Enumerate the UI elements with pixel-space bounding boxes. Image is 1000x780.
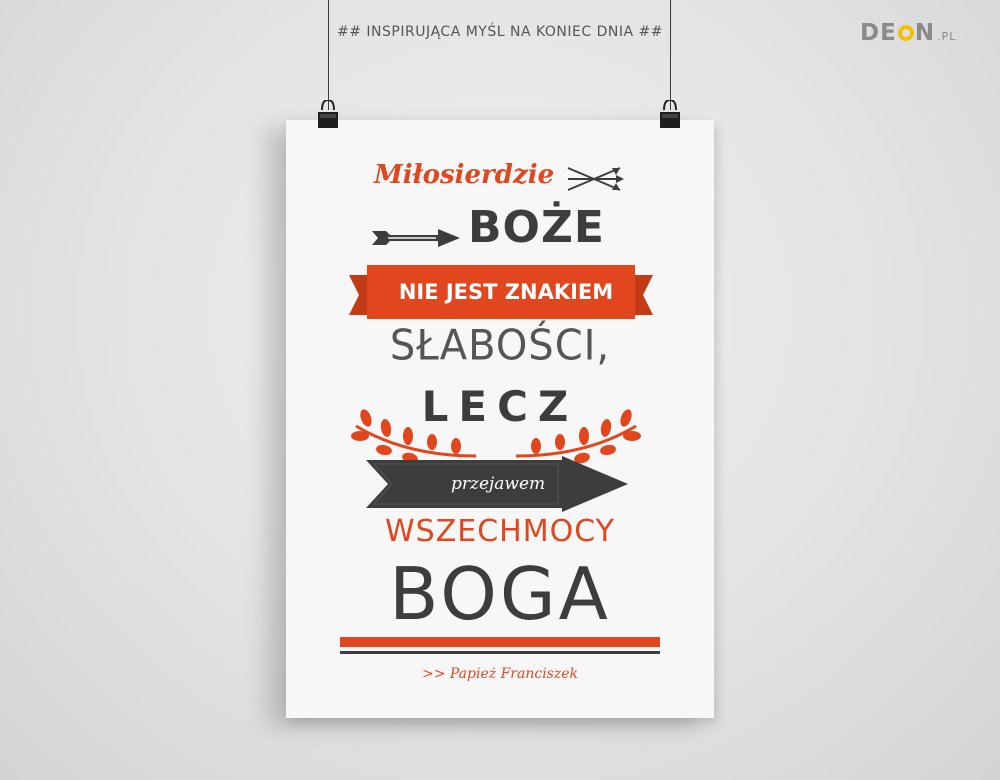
hanging-string-right	[670, 0, 671, 110]
poster-line-wszechmocy: WSZECHMOCY	[385, 514, 615, 549]
poster-line-boga: BOGA	[389, 552, 611, 636]
header-title: ## INSPIRUJĄCA MYŚL NA KONIEC DNIA ##	[337, 24, 663, 40]
deon-logo[interactable]: DE N .PL	[860, 20, 956, 46]
hanging-string-left	[328, 0, 329, 110]
poster-line-boze: BOŻE	[468, 202, 605, 253]
poster-line-przejawem: przejawem	[451, 474, 546, 494]
quote-author: >> Papież Franciszek	[421, 666, 579, 682]
logo-ring-icon	[897, 25, 914, 41]
crossed-arrows-icon	[567, 167, 624, 191]
logo-text-n: N	[914, 20, 936, 46]
poster-line-slabosci: SŁABOŚCI,	[389, 321, 611, 371]
binder-clip-left-icon	[318, 100, 338, 128]
red-divider-bar	[340, 637, 660, 647]
arrow-right-icon	[372, 229, 460, 247]
logo-text-de: DE	[860, 20, 897, 46]
poster-line-nie-jest-znakiem: NIE JEST ZNAKIEM	[398, 280, 614, 304]
quote-poster: Miłosierdzie BOŻE NIE JEST ZNAKIEM SŁABO…	[286, 120, 714, 718]
poster-line-milosierdzie: Miłosierdzie	[374, 160, 555, 190]
dark-divider-line	[340, 651, 660, 654]
logo-suffix: .PL	[937, 30, 957, 43]
binder-clip-right-icon	[660, 100, 680, 128]
